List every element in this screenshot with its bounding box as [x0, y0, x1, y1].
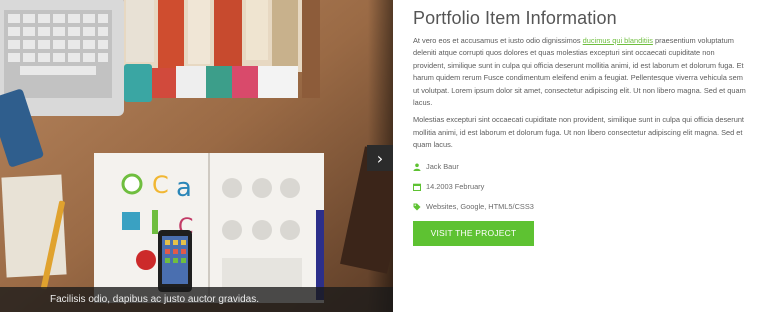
portfolio-slider: C a C › Facilisis odio, dapibus ac justo… — [0, 0, 393, 312]
notebook-illustration: C a C — [94, 153, 324, 303]
portfolio-info-panel: Portfolio Item Information At vero eos e… — [413, 0, 747, 246]
slider-caption: Facilisis odio, dapibus ac justo auctor … — [50, 294, 259, 305]
paragraph-1-start: At vero eos et accusamus et iusto odio d… — [413, 36, 583, 45]
books-illustration — [124, 0, 320, 102]
slider-next-button[interactable]: › — [367, 145, 393, 171]
project-tags: Websites, Google, HTML5/CSS3 — [426, 202, 534, 212]
author-name: Jack Baur — [426, 162, 459, 172]
meta-author: Jack Baur — [413, 157, 747, 177]
slide-photo: C a C — [0, 0, 393, 312]
project-meta: Jack Baur 14.2003 February Websites, Goo… — [413, 157, 747, 217]
project-date: 14.2003 February — [426, 182, 485, 192]
meta-tags: Websites, Google, HTML5/CSS3 — [413, 197, 747, 217]
visit-project-button[interactable]: VISIT THE PROJECT — [413, 220, 534, 246]
description-paragraph-2: Molestias excepturi sint occaecati cupid… — [413, 115, 744, 150]
paragraph-1-end: praesentium voluptatum deleniti atque co… — [413, 36, 746, 108]
svg-text:C: C — [152, 171, 169, 199]
slider-caption-bar: Facilisis odio, dapibus ac justo auctor … — [0, 287, 393, 312]
chevron-right-icon: › — [376, 148, 384, 168]
meta-date: 14.2003 February — [413, 177, 747, 197]
user-icon — [413, 163, 421, 171]
description-paragraph-1: At vero eos et accusamus et iusto odio d… — [413, 35, 747, 109]
inline-link[interactable]: ducimus qui blanditiis — [583, 36, 653, 45]
tag-icon — [413, 203, 421, 211]
svg-text:a: a — [176, 173, 192, 203]
calendar-icon — [413, 183, 421, 191]
page-title: Portfolio Item Information — [413, 8, 617, 28]
